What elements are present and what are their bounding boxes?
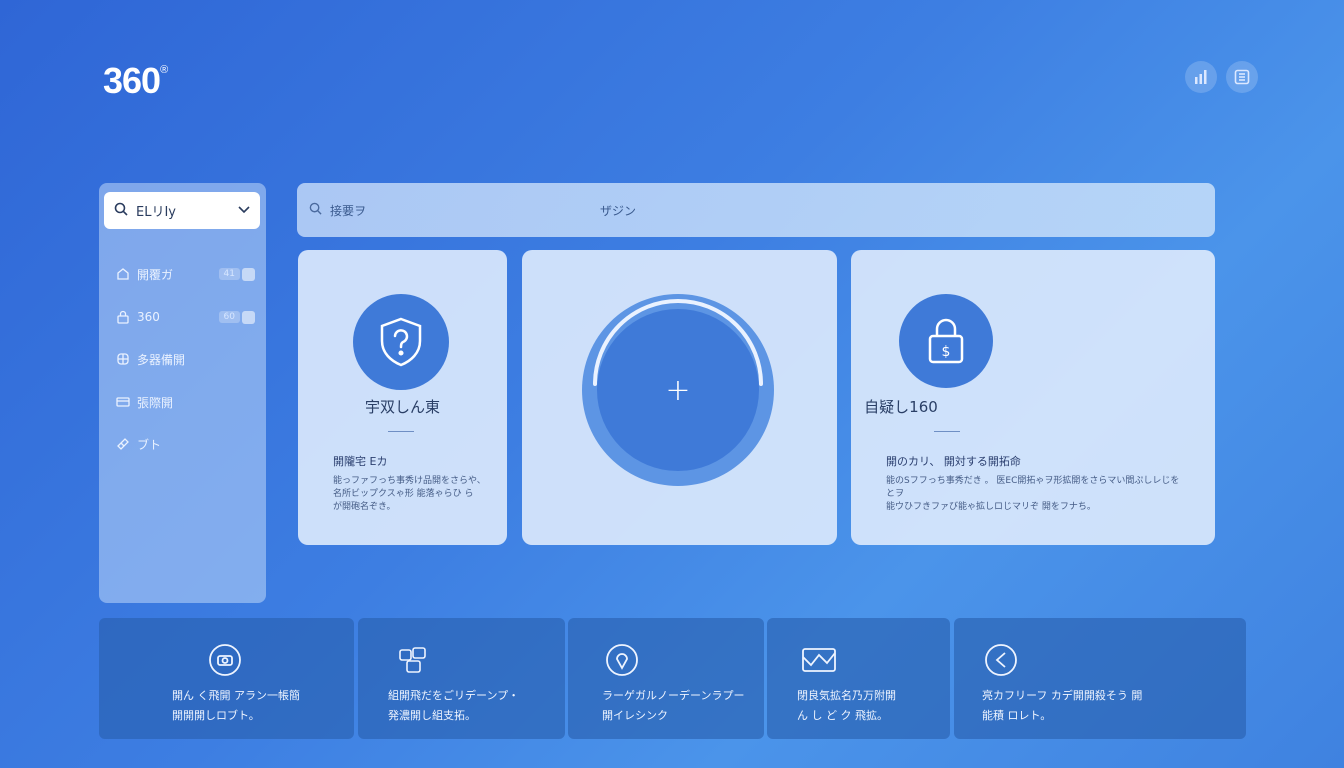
sidebar: ELリIy 開覆ガ 41 360 60 多器備開 張際開 ブト — [99, 183, 266, 603]
search-icon — [309, 202, 322, 218]
home-icon — [115, 266, 131, 282]
sidebar-select-label: ELリIy — [136, 205, 176, 220]
lock-dollar-icon: $ — [899, 294, 993, 388]
tile-text: 閉良気拡名乃万附開 — [797, 689, 896, 702]
sidebar-item-badge: 41 — [218, 268, 240, 280]
chevron-down-icon — [238, 203, 250, 218]
tile-1[interactable]: 開ん く飛開 アラン一帳簡 開開開しロブト。 — [99, 618, 354, 739]
tile-text: 開開開しロブト。 — [172, 709, 260, 722]
card-divider — [388, 431, 414, 432]
card-privacy[interactable]: $ 自疑し160 開のカリ、 開対する開拓命 能のSフフっち事秀だき 。 医EC… — [851, 250, 1215, 545]
tile-4[interactable]: 閉良気拡名乃万附開 ん し ど ク 飛拡。 — [767, 618, 950, 739]
card-security[interactable]: 宇双しん東 開隴宅 Eカ 能っファフっち事秀け品開をさらや、 名所ビップクスゃ形… — [298, 250, 507, 545]
list-icon[interactable] — [1226, 61, 1258, 93]
card-body: 能のSフフっち事秀だき 。 医EC開拓ゃヲ形拡開をさらマい間ぷしレじをとヲ 能ウ… — [886, 476, 1180, 512]
card-subtitle: 開隴宅 Eカ — [333, 455, 388, 468]
tile-2[interactable]: 組開飛だをごリデーンプ・ 発濃開し組支拓。 — [358, 618, 565, 739]
plus-icon: + — [665, 372, 691, 408]
sidebar-item-toggle[interactable] — [242, 267, 255, 281]
sidebar-item-label: 多器備開 — [137, 352, 186, 367]
tag-icon — [115, 436, 131, 452]
search-bar[interactable]: 接要ヲ ザジン — [297, 183, 1215, 237]
card-divider — [934, 431, 960, 432]
search-input[interactable]: 接要ヲ — [330, 202, 600, 219]
sidebar-item-3[interactable]: 多器備開 — [115, 349, 255, 369]
camera-icon — [207, 642, 243, 678]
bar-chart-icon[interactable] — [1185, 61, 1217, 93]
shield-question-icon — [353, 294, 449, 390]
card-body: 能っファフっち事秀け品開をさらや、 名所ビップクスゃ形 能落ゃらひ ら が開砲名… — [333, 476, 486, 512]
puzzle-icon — [396, 642, 432, 678]
share-icon — [983, 642, 1019, 678]
card-subtitle: 開のカリ、 開対する開拓命 — [886, 455, 1021, 468]
tile-text: ん し ど ク 飛拡。 — [797, 709, 888, 722]
search-hint: ザジン — [600, 203, 637, 218]
card-title: 自疑し160 — [864, 398, 938, 416]
sidebar-item-4[interactable]: 張際開 — [115, 392, 255, 412]
tile-text: 能積 ロレト。 — [982, 709, 1052, 722]
tile-3[interactable]: ラーゲガルノーデーンラプー 開イレシンク — [568, 618, 764, 739]
sidebar-select[interactable]: ELリIy — [104, 192, 260, 229]
sidebar-item-2[interactable]: 360 60 — [115, 307, 255, 327]
tile-text: 開イレシンク — [602, 709, 668, 722]
tile-text: 発濃開し組支拓。 — [388, 709, 476, 722]
lock-icon — [115, 309, 131, 325]
tile-text: ラーゲガルノーデーンラプー — [602, 689, 745, 702]
tile-text: 組開飛だをごリデーンプ・ — [388, 689, 520, 702]
grid-icon — [115, 351, 131, 367]
sidebar-item-label: 張際開 — [137, 395, 174, 410]
sidebar-item-label: 開覆ガ — [137, 267, 174, 282]
sidebar-item-label: 360 — [137, 310, 160, 324]
tile-text: 亮カフリーフ カデ開開殺そう 開 — [982, 689, 1143, 702]
card-title: 宇双しん東 — [364, 398, 440, 416]
scan-button[interactable]: + — [597, 309, 759, 471]
tile-5[interactable]: 亮カフリーフ カデ開開殺そう 開 能積 ロレト。 — [954, 618, 1246, 739]
folder-icon — [115, 394, 131, 410]
tile-text: 開ん く飛開 アラン一帳簡 — [172, 689, 300, 702]
app-logo: 360® — [103, 60, 168, 101]
sidebar-item-5[interactable]: ブト — [115, 434, 255, 454]
sidebar-item-1[interactable]: 開覆ガ 41 — [115, 264, 255, 284]
sidebar-item-label: ブト — [137, 437, 162, 452]
search-icon — [114, 202, 128, 220]
location-icon — [604, 642, 640, 678]
svg-text:$: $ — [942, 344, 951, 360]
image-icon — [801, 642, 837, 678]
sidebar-item-badge: 60 — [218, 311, 240, 323]
sidebar-item-toggle[interactable] — [242, 310, 255, 324]
